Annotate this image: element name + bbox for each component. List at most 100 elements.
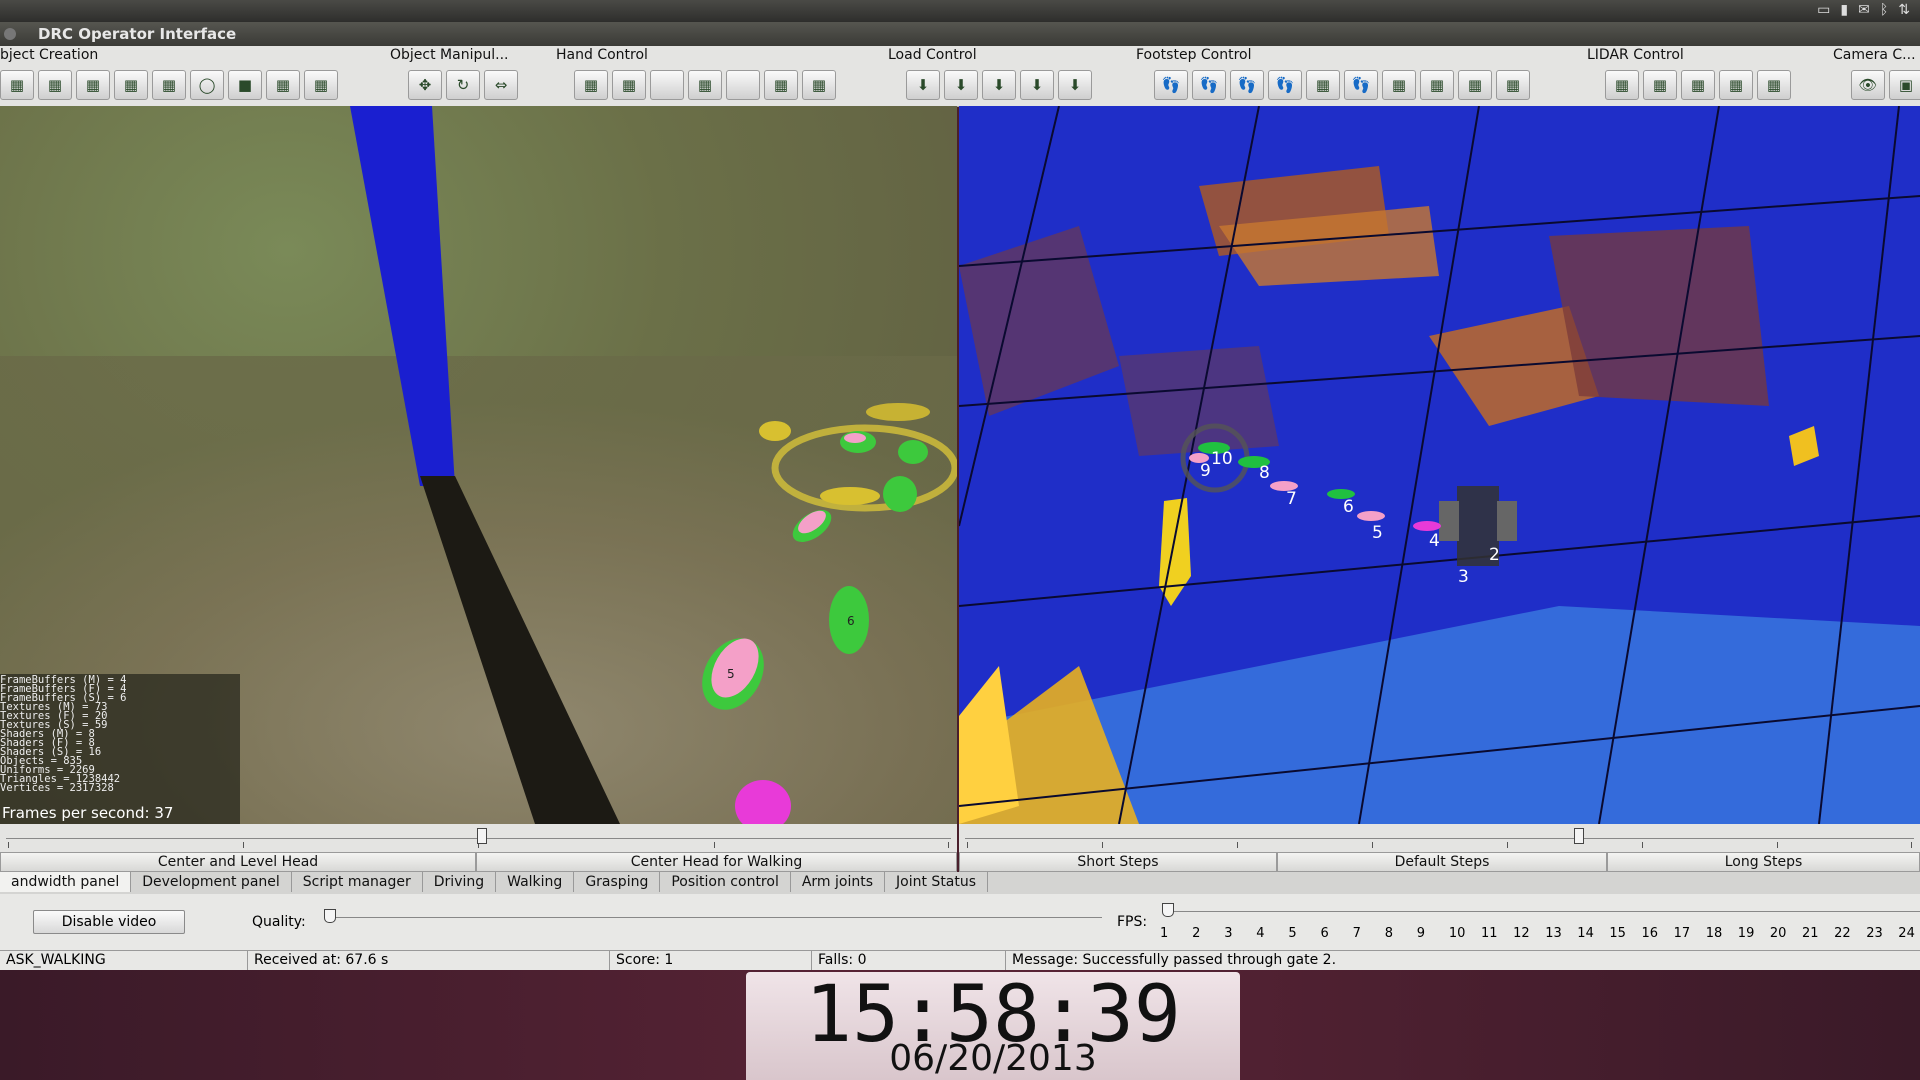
load-icon[interactable]: ⬇ bbox=[1058, 70, 1092, 100]
tab-development-panel[interactable]: Development panel bbox=[131, 872, 292, 892]
lidar-icon[interactable]: ▦ bbox=[1605, 70, 1639, 100]
footstep-delete-icon[interactable]: ▦ bbox=[1382, 70, 1416, 100]
cube-icon[interactable]: ▦ bbox=[38, 70, 72, 100]
eye-icon[interactable]: 👁 bbox=[1851, 70, 1885, 100]
short-steps-button[interactable]: Short Steps bbox=[959, 852, 1277, 872]
hand-close-icon[interactable]: ▦ bbox=[612, 70, 646, 100]
footstep-icon[interactable]: 👣 bbox=[1268, 70, 1302, 100]
fps-slider[interactable] bbox=[1166, 911, 1920, 912]
hand-place-icon[interactable]: ▦ bbox=[802, 70, 836, 100]
center-level-head-button[interactable]: Center and Level Head bbox=[0, 852, 476, 872]
tab-arm-joints[interactable]: Arm joints bbox=[791, 872, 886, 892]
load-icon[interactable]: ⬇ bbox=[944, 70, 978, 100]
window-title-bar: DRC Operator Interface bbox=[0, 22, 1920, 46]
ring-icon[interactable]: ◯ bbox=[190, 70, 224, 100]
frames-per-second: Frames per second: 37 bbox=[2, 804, 174, 822]
hand-home-icon[interactable]: ▦ bbox=[688, 70, 722, 100]
window-close-icon[interactable] bbox=[4, 28, 16, 40]
footstep-label: 6 bbox=[1343, 497, 1354, 517]
panel-tabs: andwidth panel Development panel Script ma… bbox=[0, 872, 1920, 895]
center-head-walking-button[interactable]: Center Head for Walking bbox=[476, 852, 957, 872]
footstep-grid-icon[interactable]: ▦ bbox=[1306, 70, 1340, 100]
footstep-marker[interactable] bbox=[883, 476, 917, 512]
long-steps-button[interactable]: Long Steps bbox=[1607, 852, 1920, 872]
fps-tick-label: 24 bbox=[1898, 926, 1915, 941]
folder-icon[interactable]: ▭ bbox=[1817, 2, 1830, 18]
status-message: Message: Successfully passed through gat… bbox=[1012, 952, 1337, 968]
align-icon[interactable]: ⇔ bbox=[484, 70, 518, 100]
status-bar: ASK_WALKING Received at: 67.6 s Score: 1… bbox=[0, 950, 1920, 971]
fps-tick-label: 6 bbox=[1320, 926, 1329, 941]
battery-icon[interactable]: ▮ bbox=[1840, 2, 1848, 18]
blank-icon[interactable] bbox=[726, 70, 760, 100]
fps-slider-thumb[interactable] bbox=[1162, 903, 1174, 917]
move-icon[interactable]: ✥ bbox=[408, 70, 442, 100]
drill-icon[interactable]: ▦ bbox=[266, 70, 300, 100]
system-top-bar: ▭ ▮ ✉ ᛒ ⇅ bbox=[0, 0, 1920, 22]
tab-script-manager[interactable]: Script manager bbox=[292, 872, 423, 892]
network-icon[interactable]: ⇅ bbox=[1898, 2, 1910, 18]
footstep-icon[interactable]: 👣 bbox=[1192, 70, 1226, 100]
map-3d-view[interactable]: 10 9 8 7 6 5 4 3 2 bbox=[959, 106, 1920, 824]
blank-icon[interactable] bbox=[650, 70, 684, 100]
lidar-icon[interactable]: ▦ bbox=[1719, 70, 1753, 100]
footstep-label: 7 bbox=[1286, 489, 1297, 509]
toolbar-group-title: LIDAR Control bbox=[1587, 47, 1684, 63]
head-presets: Center and Level Head Center Head for Wa… bbox=[0, 852, 957, 872]
rotate-icon[interactable]: ↻ bbox=[446, 70, 480, 100]
lidar-clear-icon[interactable]: ▦ bbox=[1643, 70, 1677, 100]
grid-icon[interactable]: ▦ bbox=[76, 70, 110, 100]
step-slider-thumb[interactable] bbox=[1574, 828, 1584, 844]
footstep-icon[interactable]: 👣 bbox=[1154, 70, 1188, 100]
fps-tick-label: 9 bbox=[1416, 926, 1426, 941]
bluetooth-icon[interactable]: ᛒ bbox=[1880, 2, 1888, 18]
rotate-step-icon[interactable]: ▦ bbox=[1458, 70, 1492, 100]
footstep-marker[interactable] bbox=[898, 440, 928, 464]
load-icon[interactable]: ⬇ bbox=[982, 70, 1016, 100]
footstep-label: 5 bbox=[1372, 523, 1383, 543]
tab-joint-status[interactable]: Joint Status bbox=[885, 872, 989, 892]
heightmap-region bbox=[1119, 346, 1279, 456]
green-box-icon[interactable]: ■ bbox=[228, 70, 262, 100]
hand-place-icon[interactable]: ▦ bbox=[574, 70, 608, 100]
tab-position-control[interactable]: Position control bbox=[660, 872, 791, 892]
hand-close-icon[interactable]: ▦ bbox=[764, 70, 798, 100]
load-icon[interactable]: ⬇ bbox=[906, 70, 940, 100]
fps-tick-label: 1 bbox=[1160, 926, 1169, 941]
footstep-label: 4 bbox=[1429, 531, 1440, 551]
vehicle-icon[interactable]: ▦ bbox=[114, 70, 148, 100]
lidar-icon[interactable]: ▦ bbox=[1681, 70, 1715, 100]
ring-marker bbox=[759, 421, 791, 441]
tab-walking[interactable]: Walking bbox=[496, 872, 575, 892]
footstep-icon[interactable]: 👣 bbox=[1230, 70, 1264, 100]
step-length-slider[interactable] bbox=[959, 824, 1920, 852]
camera-icon[interactable]: ▣ bbox=[1889, 70, 1920, 100]
mail-icon[interactable]: ✉ bbox=[1858, 2, 1870, 18]
footstep-marker[interactable] bbox=[1357, 511, 1385, 521]
lidar-black-icon[interactable]: ▦ bbox=[1757, 70, 1791, 100]
head-pitch-slider[interactable] bbox=[0, 824, 957, 852]
quality-slider-thumb[interactable] bbox=[324, 909, 336, 923]
footstep-icon[interactable]: 👣 bbox=[1344, 70, 1378, 100]
camera-view[interactable]: 5 6 FrameBuffers (M) = 4 FrameBuffers (F)… bbox=[0, 106, 957, 824]
tab-andwidth-panel[interactable]: andwidth panel bbox=[0, 872, 132, 892]
default-steps-button[interactable]: Default Steps bbox=[1277, 852, 1607, 872]
toolbar-group-title: Hand Control bbox=[556, 47, 648, 63]
quality-slider[interactable] bbox=[328, 917, 1102, 918]
select-icon[interactable]: ▦ bbox=[0, 70, 34, 100]
disable-video-button[interactable]: Disable video bbox=[33, 910, 185, 934]
tab-grasping[interactable]: Grasping bbox=[574, 872, 661, 892]
toolbar-group-title: Camera C... bbox=[1833, 47, 1916, 63]
tab-driving[interactable]: Driving bbox=[423, 872, 497, 892]
head-slider-thumb[interactable] bbox=[477, 828, 487, 844]
fps-tick-label: 21 bbox=[1802, 926, 1819, 941]
snap-icon[interactable]: ▦ bbox=[1420, 70, 1454, 100]
send-icon[interactable]: ▦ bbox=[1496, 70, 1530, 100]
valve-icon[interactable]: ▦ bbox=[304, 70, 338, 100]
received-time: Received at: 67.6 s bbox=[248, 951, 610, 971]
update-vehicle-icon[interactable]: ▦ bbox=[152, 70, 186, 100]
footstep-marker[interactable] bbox=[1413, 521, 1441, 531]
load-icon[interactable]: ⬇ bbox=[1020, 70, 1054, 100]
footstep-label: 2 bbox=[1489, 545, 1500, 565]
footstep-marker[interactable] bbox=[844, 433, 866, 443]
